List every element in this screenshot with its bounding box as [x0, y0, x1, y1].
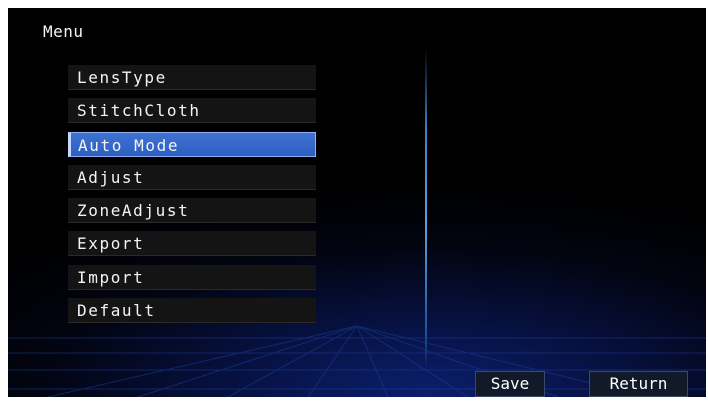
menu-item-lenstype[interactable]: LensType [68, 65, 316, 90]
osd-screen: Menu LensType StitchCloth Auto Mode Adju… [8, 8, 706, 397]
menu-item-stitchcloth[interactable]: StitchCloth [68, 98, 316, 124]
vertical-divider [425, 48, 427, 368]
save-button[interactable]: Save [475, 371, 545, 397]
menu-item-default[interactable]: Default [68, 298, 316, 324]
menu-list: LensType StitchCloth Auto Mode Adjust Zo… [68, 65, 316, 331]
menu-item-export[interactable]: Export [68, 231, 316, 257]
menu-item-import[interactable]: Import [68, 264, 316, 290]
menu-item-zoneadjust[interactable]: ZoneAdjust [68, 198, 316, 224]
return-button[interactable]: Return [589, 371, 688, 397]
menu-item-auto-mode[interactable]: Auto Mode [68, 131, 316, 157]
menu-title: Menu [43, 22, 84, 41]
menu-item-adjust[interactable]: Adjust [68, 164, 316, 190]
